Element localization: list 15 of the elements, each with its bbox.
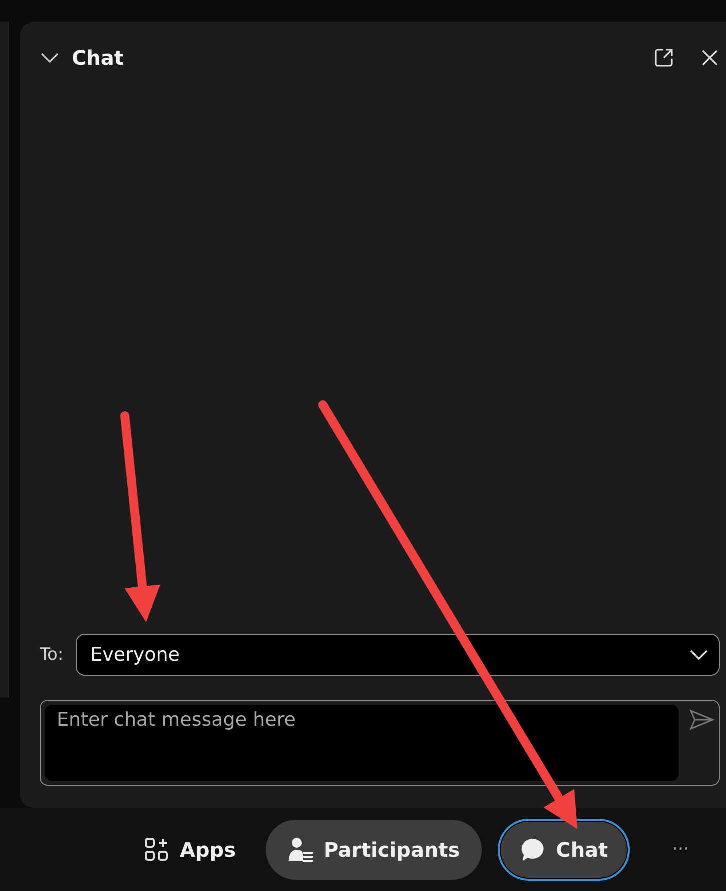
more-button[interactable]: ··· <box>666 838 696 861</box>
send-icon[interactable] <box>689 709 715 731</box>
caret-icon <box>689 649 709 661</box>
toolbar-button[interactable]: Chat <box>498 818 630 880</box>
panel-title: Chat <box>72 46 124 70</box>
apps-icon <box>144 836 170 862</box>
to-label: To: <box>40 645 64 665</box>
person-list-icon <box>288 836 314 862</box>
pop-out-icon[interactable] <box>654 48 674 68</box>
toolbar-button[interactable]: Participants <box>266 820 482 880</box>
toolbar-button[interactable]: Apps <box>130 820 250 880</box>
chat-bubble-icon <box>520 836 546 862</box>
close-icon[interactable] <box>700 48 720 68</box>
message-field[interactable]: Enter chat message here <box>40 700 720 786</box>
recipient-dropdown[interactable]: Everyone <box>76 634 720 676</box>
